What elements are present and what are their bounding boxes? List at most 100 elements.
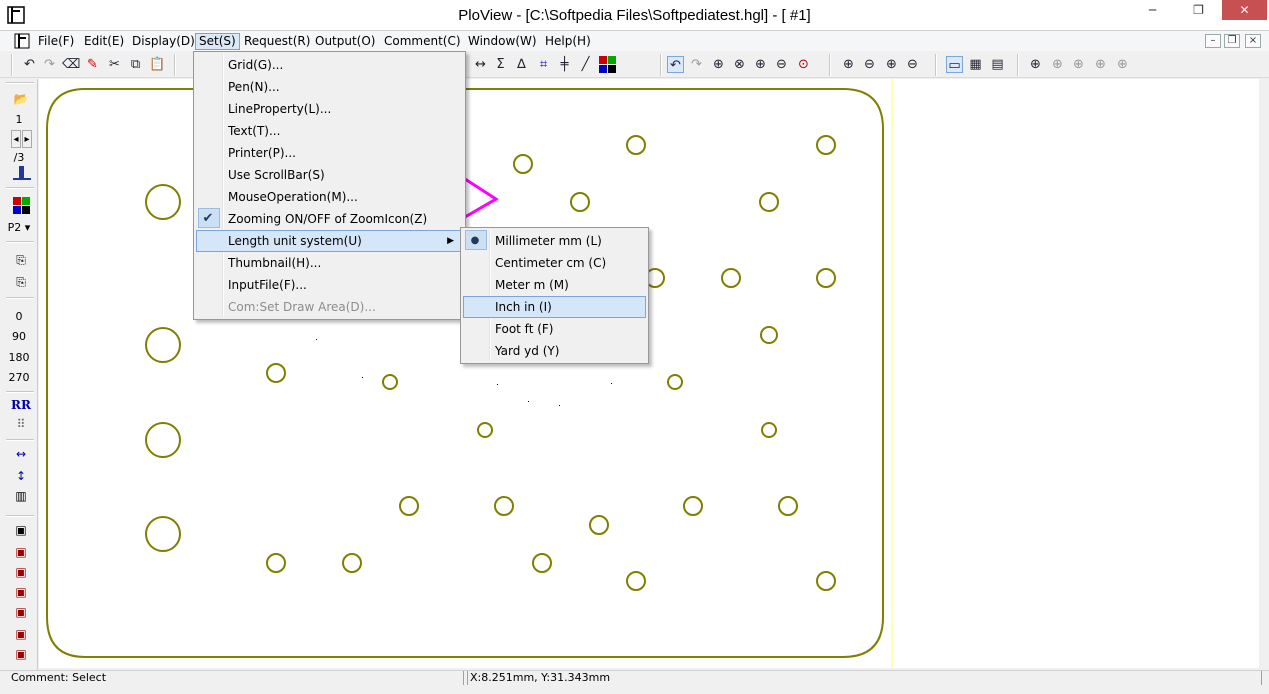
- zoom-left-icon[interactable]: ⊖: [861, 56, 878, 73]
- pen-color-icon[interactable]: [13, 197, 30, 214]
- rotate-180-button[interactable]: 180: [0, 351, 38, 364]
- split-view-icon[interactable]: ▤: [989, 56, 1006, 73]
- fit-page-icon[interactable]: ▥: [11, 487, 31, 505]
- search-3-icon[interactable]: ⊕: [1070, 56, 1087, 73]
- search-1-icon[interactable]: ⊕: [1027, 56, 1044, 73]
- mdi-restore-button[interactable]: ❐: [1224, 34, 1240, 48]
- forward-icon[interactable]: ↷: [688, 56, 705, 73]
- single-view-icon[interactable]: ▭: [946, 56, 963, 73]
- zoom-window-icon[interactable]: ⊗: [731, 56, 748, 73]
- menu-item-grid[interactable]: Grid(G)...: [196, 54, 463, 76]
- mdi-minimize-button[interactable]: –: [1205, 34, 1221, 48]
- zoom-fit-icon[interactable]: ⊙: [795, 56, 812, 73]
- eraser-icon[interactable]: ⌫: [62, 56, 80, 73]
- zoom-right-icon[interactable]: ⊕: [840, 56, 857, 73]
- toolbar-separator: [935, 54, 937, 76]
- set-menu-dropdown: Grid(G)... Pen(N)... LineProperty(L)... …: [193, 51, 466, 320]
- color-palette-icon[interactable]: [599, 56, 616, 73]
- menu-item-zoom-toggle[interactable]: Zooming ON/OFF of ZoomIcon(Z): [196, 208, 463, 230]
- menu-window[interactable]: Window(W): [465, 33, 540, 50]
- search-5-icon[interactable]: ⊕: [1114, 56, 1131, 73]
- fit-width-icon[interactable]: ↔: [11, 445, 31, 463]
- toolbar-separator: [6, 391, 34, 393]
- unit-meter[interactable]: Meter m (M): [463, 274, 646, 296]
- menu-display[interactable]: Display(D): [129, 33, 198, 50]
- menu-item-printer[interactable]: Printer(P)...: [196, 142, 463, 164]
- zoom-up-icon[interactable]: ⊕: [883, 56, 900, 73]
- pen-selector[interactable]: P2 ▾: [0, 221, 38, 234]
- select-area-icon[interactable]: ⌗: [535, 56, 552, 73]
- menu-item-pen[interactable]: Pen(N)...: [196, 76, 463, 98]
- unit-millimeter[interactable]: Millimeter mm (L): [463, 230, 646, 252]
- search-2-icon[interactable]: ⊕: [1049, 56, 1066, 73]
- page-prev-icon[interactable]: ◂: [11, 130, 21, 148]
- fit-height-icon[interactable]: ↕: [11, 467, 31, 485]
- menu-item-line-property[interactable]: LineProperty(L)...: [196, 98, 463, 120]
- zoom-area-icon[interactable]: ⊕: [710, 56, 727, 73]
- menu-item-input-file[interactable]: InputFile(F)...: [196, 274, 463, 296]
- measure-horizontal-icon[interactable]: ↔: [472, 56, 489, 73]
- rotate-90-button[interactable]: 90: [0, 330, 38, 343]
- menu-item-thumbnail[interactable]: Thumbnail(H)...: [196, 252, 463, 274]
- toolbar-separator: [660, 54, 662, 76]
- menu-item-mouse-operation[interactable]: MouseOperation(M)...: [196, 186, 463, 208]
- page-next-icon[interactable]: ▸: [22, 130, 32, 148]
- copy-icon[interactable]: ⧉: [127, 56, 144, 73]
- menu-help[interactable]: Help(H): [542, 33, 594, 50]
- save-icon[interactable]: ▣: [11, 521, 31, 539]
- grid-dots-icon[interactable]: ⠿: [11, 415, 31, 433]
- menu-item-length-unit-label: Length unit system(U): [228, 234, 362, 248]
- open-folder-icon[interactable]: 📂: [11, 90, 31, 108]
- document-icon[interactable]: [14, 33, 30, 49]
- page-bar-icon[interactable]: [13, 164, 31, 180]
- minimize-button[interactable]: ─: [1130, 0, 1175, 20]
- paste-icon[interactable]: 📋: [149, 56, 166, 73]
- undo-icon[interactable]: ↶: [21, 56, 38, 73]
- cut-icon[interactable]: ✂: [106, 56, 123, 73]
- sigma-icon[interactable]: Σ: [492, 56, 509, 73]
- menu-set[interactable]: Set(S): [195, 33, 240, 50]
- copy-page-icon[interactable]: ⎘: [11, 251, 31, 269]
- menu-item-length-unit[interactable]: Length unit system(U) ▶: [196, 230, 463, 252]
- submenu-arrow-icon: ▶: [447, 236, 454, 246]
- menu-comment[interactable]: Comment(C): [381, 33, 464, 50]
- unit-foot[interactable]: Foot ft (F): [463, 318, 646, 340]
- redo-icon[interactable]: ↷: [41, 56, 58, 73]
- tile-view-icon[interactable]: ▦: [967, 56, 984, 73]
- toolbar-separator: [1017, 54, 1019, 76]
- unit-inch[interactable]: Inch in (I): [463, 296, 646, 318]
- unit-centimeter[interactable]: Centimeter cm (C): [463, 252, 646, 274]
- save-pdf-icon[interactable]: ▣: [11, 543, 31, 561]
- unit-yard[interactable]: Yard yd (Y): [463, 340, 646, 362]
- angle-icon[interactable]: ∆: [513, 56, 530, 73]
- rotate-0-button[interactable]: 0: [0, 310, 38, 323]
- menu-item-use-scrollbar[interactable]: Use ScrollBar(S): [196, 164, 463, 186]
- save-emf-icon[interactable]: ▣: [11, 645, 31, 663]
- menu-request[interactable]: Request(R): [241, 33, 313, 50]
- mirror-icon[interactable]: RR: [11, 396, 31, 414]
- line-tool-icon[interactable]: ╱: [577, 56, 594, 73]
- zoom-in-icon[interactable]: ⊕: [752, 56, 769, 73]
- zoom-out-icon[interactable]: ⊖: [773, 56, 790, 73]
- menu-output[interactable]: Output(O): [312, 33, 379, 50]
- search-4-icon[interactable]: ⊕: [1092, 56, 1109, 73]
- back-icon[interactable]: ↶: [667, 56, 684, 73]
- close-button[interactable]: ✕: [1222, 0, 1267, 20]
- save-jpg-icon[interactable]: ▣: [11, 603, 31, 621]
- save-tif-icon[interactable]: ▣: [11, 563, 31, 581]
- zoom-down-icon[interactable]: ⊖: [904, 56, 921, 73]
- menu-edit[interactable]: Edit(E): [81, 33, 127, 50]
- maximize-button[interactable]: ❐: [1176, 0, 1221, 20]
- menu-item-text[interactable]: Text(T)...: [196, 120, 463, 142]
- pen-icon[interactable]: ✎: [84, 56, 101, 73]
- save-bmp-icon[interactable]: ▣: [11, 625, 31, 643]
- menu-file[interactable]: File(F): [35, 33, 77, 50]
- copy-all-icon[interactable]: ⎘: [11, 273, 31, 291]
- status-bar: Comment: Select X:8.251mm, Y:31.343mm: [0, 670, 1269, 694]
- toolbar-separator: [6, 187, 34, 189]
- rotate-270-button[interactable]: 270: [0, 371, 38, 384]
- save-dxf-icon[interactable]: ▣: [11, 583, 31, 601]
- dimension-icon[interactable]: ╪: [556, 56, 573, 73]
- menu-item-set-draw-area: Com:Set Draw Area(D)...: [228, 300, 376, 314]
- mdi-close-button[interactable]: ×: [1245, 34, 1261, 48]
